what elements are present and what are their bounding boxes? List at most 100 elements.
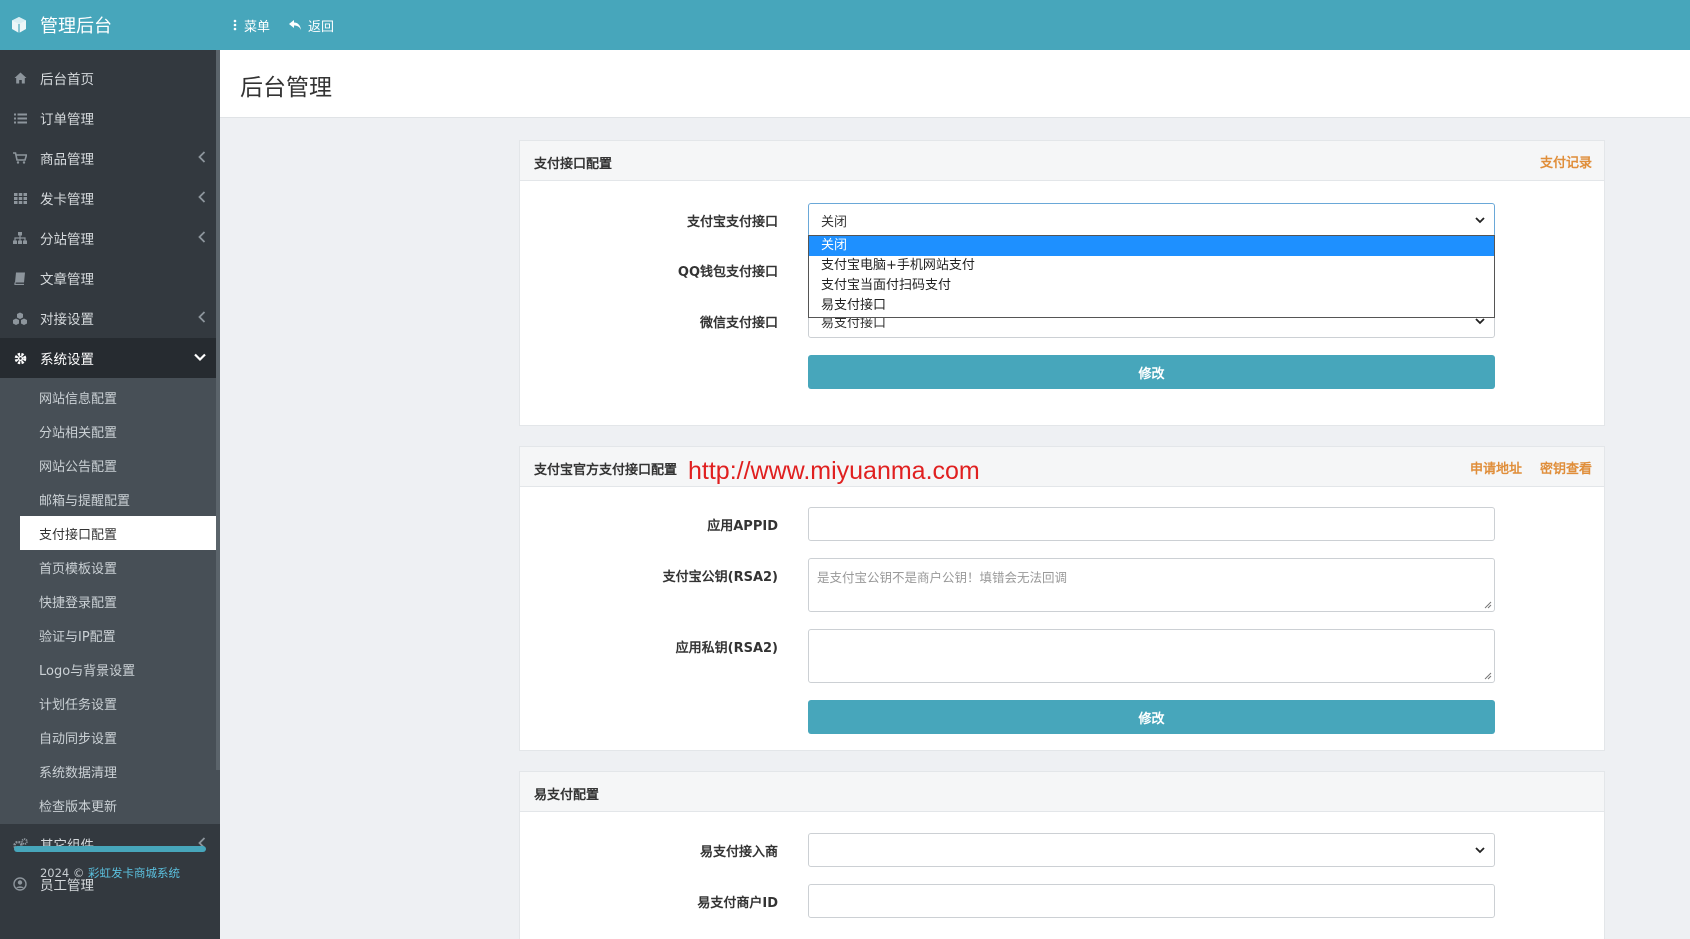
system-settings-submenu: 网站信息配置 分站相关配置 网站公告配置 邮箱与提醒配置 支付接口配置 首页模板… bbox=[0, 378, 220, 824]
chevron-down-icon bbox=[194, 353, 206, 362]
sidebar-item-articles[interactable]: 文章管理 bbox=[0, 258, 220, 298]
epay-config-panel: 易支付配置 易支付接入商 易支付商户ID bbox=[519, 771, 1605, 939]
submenu-item[interactable]: 系统数据清理 bbox=[20, 754, 218, 788]
sidebar-item-label: 系统设置 bbox=[40, 352, 94, 368]
chevron-down-icon bbox=[1475, 847, 1485, 854]
sidebar-item-docking[interactable]: 对接设置 bbox=[0, 298, 220, 338]
alipay-interface-select[interactable]: 关闭 bbox=[808, 203, 1495, 237]
ellipsis-vertical-icon bbox=[233, 19, 237, 31]
alipay-interface-dropdown: 关闭 支付宝电脑+手机网站支付 支付宝当面付扫码支付 易支付接口 bbox=[808, 235, 1495, 318]
chevron-left-icon bbox=[198, 231, 206, 243]
chevron-left-icon bbox=[198, 311, 206, 323]
view-keys-link[interactable]: 密钥查看 bbox=[1540, 458, 1592, 477]
brand[interactable]: 管理后台 bbox=[0, 0, 220, 50]
sidebar-footer: 2024 © 彩虹发卡商城系统 bbox=[0, 865, 220, 889]
apply-address-link[interactable]: 申请地址 bbox=[1470, 458, 1522, 477]
panel-header: 支付接口配置 支付记录 bbox=[520, 141, 1604, 181]
sidebar-progress-bar bbox=[14, 846, 206, 852]
submit-button[interactable]: 修改 bbox=[808, 355, 1495, 389]
sidebar-item-other-components[interactable]: 其它组件 bbox=[0, 824, 220, 864]
app-private-key-textarea[interactable] bbox=[808, 629, 1495, 683]
sidebar-item-cards[interactable]: 发卡管理 bbox=[0, 178, 220, 218]
sidebar-item-system-settings[interactable]: 系统设置 bbox=[0, 338, 220, 378]
submenu-item[interactable]: 网站公告配置 bbox=[20, 448, 218, 482]
alipay-official-panel: 支付宝官方支付接口配置 申请地址 密钥查看 应用APPID 支付宝公钥(RSA2… bbox=[519, 446, 1605, 751]
select-value: 关闭 bbox=[821, 214, 848, 230]
top-navbar: 管理后台 菜单 返回 bbox=[0, 0, 1690, 50]
submenu-item[interactable]: 检查版本更新 bbox=[20, 788, 218, 822]
sidebar-item-orders[interactable]: 订单管理 bbox=[0, 98, 220, 138]
field-label: QQ钱包支付接口 bbox=[677, 265, 778, 280]
sidebar-item-label: 发卡管理 bbox=[40, 192, 94, 208]
cart-icon bbox=[12, 150, 28, 166]
grid-icon bbox=[12, 190, 28, 206]
submenu-item[interactable]: 分站相关配置 bbox=[20, 414, 218, 448]
epay-merchant-id-input[interactable] bbox=[808, 884, 1495, 918]
sidebar-item-label: 分站管理 bbox=[40, 232, 94, 248]
submenu-item[interactable]: 快捷登录配置 bbox=[20, 584, 218, 618]
list-icon bbox=[12, 110, 28, 126]
sidebar-scrollbar[interactable] bbox=[216, 50, 220, 770]
home-icon bbox=[12, 70, 28, 86]
sidebar-item-label: 对接设置 bbox=[40, 312, 94, 328]
field-label: 微信支付接口 bbox=[699, 316, 778, 331]
field-label: 应用APPID bbox=[707, 519, 778, 534]
chevron-left-icon bbox=[198, 191, 206, 203]
field-label: 支付宝公钥(RSA2) bbox=[662, 570, 778, 585]
submenu-item[interactable]: Logo与背景设置 bbox=[20, 652, 218, 686]
sidebar-item-label: 文章管理 bbox=[40, 272, 94, 288]
back-label: 返回 bbox=[308, 19, 335, 35]
panel-header: 易支付配置 bbox=[520, 772, 1604, 812]
footer-link[interactable]: 彩虹发卡商城系统 bbox=[88, 866, 180, 880]
panel-title: 支付接口配置 bbox=[534, 157, 613, 172]
textarea-placeholder: 是支付宝公钥不是商户公钥！填错会无法回调 bbox=[817, 570, 1068, 585]
sidebar-item-label: 订单管理 bbox=[40, 112, 94, 128]
cubes-icon bbox=[12, 310, 28, 326]
resize-grip-icon[interactable] bbox=[1484, 601, 1492, 609]
epay-provider-select[interactable] bbox=[808, 833, 1495, 867]
submenu-item[interactable]: 网站信息配置 bbox=[20, 380, 218, 414]
submit-button[interactable]: 修改 bbox=[808, 700, 1495, 734]
brand-title: 管理后台 bbox=[40, 16, 112, 37]
sidebar-item-products[interactable]: 商品管理 bbox=[0, 138, 220, 178]
sidebar-item-home[interactable]: 后台首页 bbox=[0, 58, 220, 98]
chevron-left-icon bbox=[198, 151, 206, 163]
gear-icon bbox=[12, 350, 28, 366]
back-button[interactable]: 返回 bbox=[288, 16, 334, 35]
sidebar: 后台首页 订单管理 商品管理 发卡管理 分站管理 文章管理 对接设置 系统设置 … bbox=[0, 50, 220, 939]
sidebar-item-label: 后台首页 bbox=[40, 72, 94, 88]
dropdown-option[interactable]: 支付宝电脑+手机网站支付 bbox=[809, 256, 1494, 276]
resize-grip-icon[interactable] bbox=[1484, 672, 1492, 680]
dropdown-option[interactable]: 支付宝当面付扫码支付 bbox=[809, 276, 1494, 296]
submenu-item[interactable]: 验证与IP配置 bbox=[20, 618, 218, 652]
page-header: 后台管理 bbox=[220, 50, 1690, 118]
submenu-item[interactable]: 邮箱与提醒配置 bbox=[20, 482, 218, 516]
alipay-public-key-textarea[interactable]: 是支付宝公钥不是商户公钥！填错会无法回调 bbox=[808, 558, 1495, 612]
field-label: 应用私钥(RSA2) bbox=[675, 641, 778, 656]
field-label: 支付宝支付接口 bbox=[686, 215, 778, 230]
appid-input[interactable] bbox=[808, 507, 1495, 541]
payment-records-link[interactable]: 支付记录 bbox=[1540, 152, 1592, 171]
watermark-text: http://www.miyuanma.com bbox=[688, 457, 980, 485]
sidebar-item-label: 商品管理 bbox=[40, 152, 94, 168]
book-icon bbox=[12, 270, 28, 286]
submenu-item[interactable]: 计划任务设置 bbox=[20, 686, 218, 720]
panel-header: 支付宝官方支付接口配置 申请地址 密钥查看 bbox=[520, 447, 1604, 487]
panel-title: 支付宝官方支付接口配置 bbox=[534, 463, 678, 478]
field-label: 易支付商户ID bbox=[697, 896, 778, 911]
field-label: 易支付接入商 bbox=[699, 845, 778, 860]
footer-copyright: 2024 © bbox=[39, 866, 85, 880]
chevron-down-icon bbox=[1475, 217, 1485, 224]
submenu-item[interactable]: 自动同步设置 bbox=[20, 720, 218, 754]
cube-icon bbox=[12, 17, 26, 33]
sidebar-item-substations[interactable]: 分站管理 bbox=[0, 218, 220, 258]
sitemap-icon bbox=[12, 230, 28, 246]
menu-label: 菜单 bbox=[244, 19, 271, 35]
submenu-item[interactable]: 首页模板设置 bbox=[20, 550, 218, 584]
dropdown-option[interactable]: 易支付接口 bbox=[809, 296, 1494, 316]
reply-icon bbox=[289, 20, 302, 30]
page-title: 后台管理 bbox=[240, 75, 332, 101]
submenu-item-active[interactable]: 支付接口配置 bbox=[20, 516, 218, 550]
menu-toggle-button[interactable]: 菜单 bbox=[232, 16, 270, 35]
dropdown-option[interactable]: 关闭 bbox=[809, 236, 1494, 256]
